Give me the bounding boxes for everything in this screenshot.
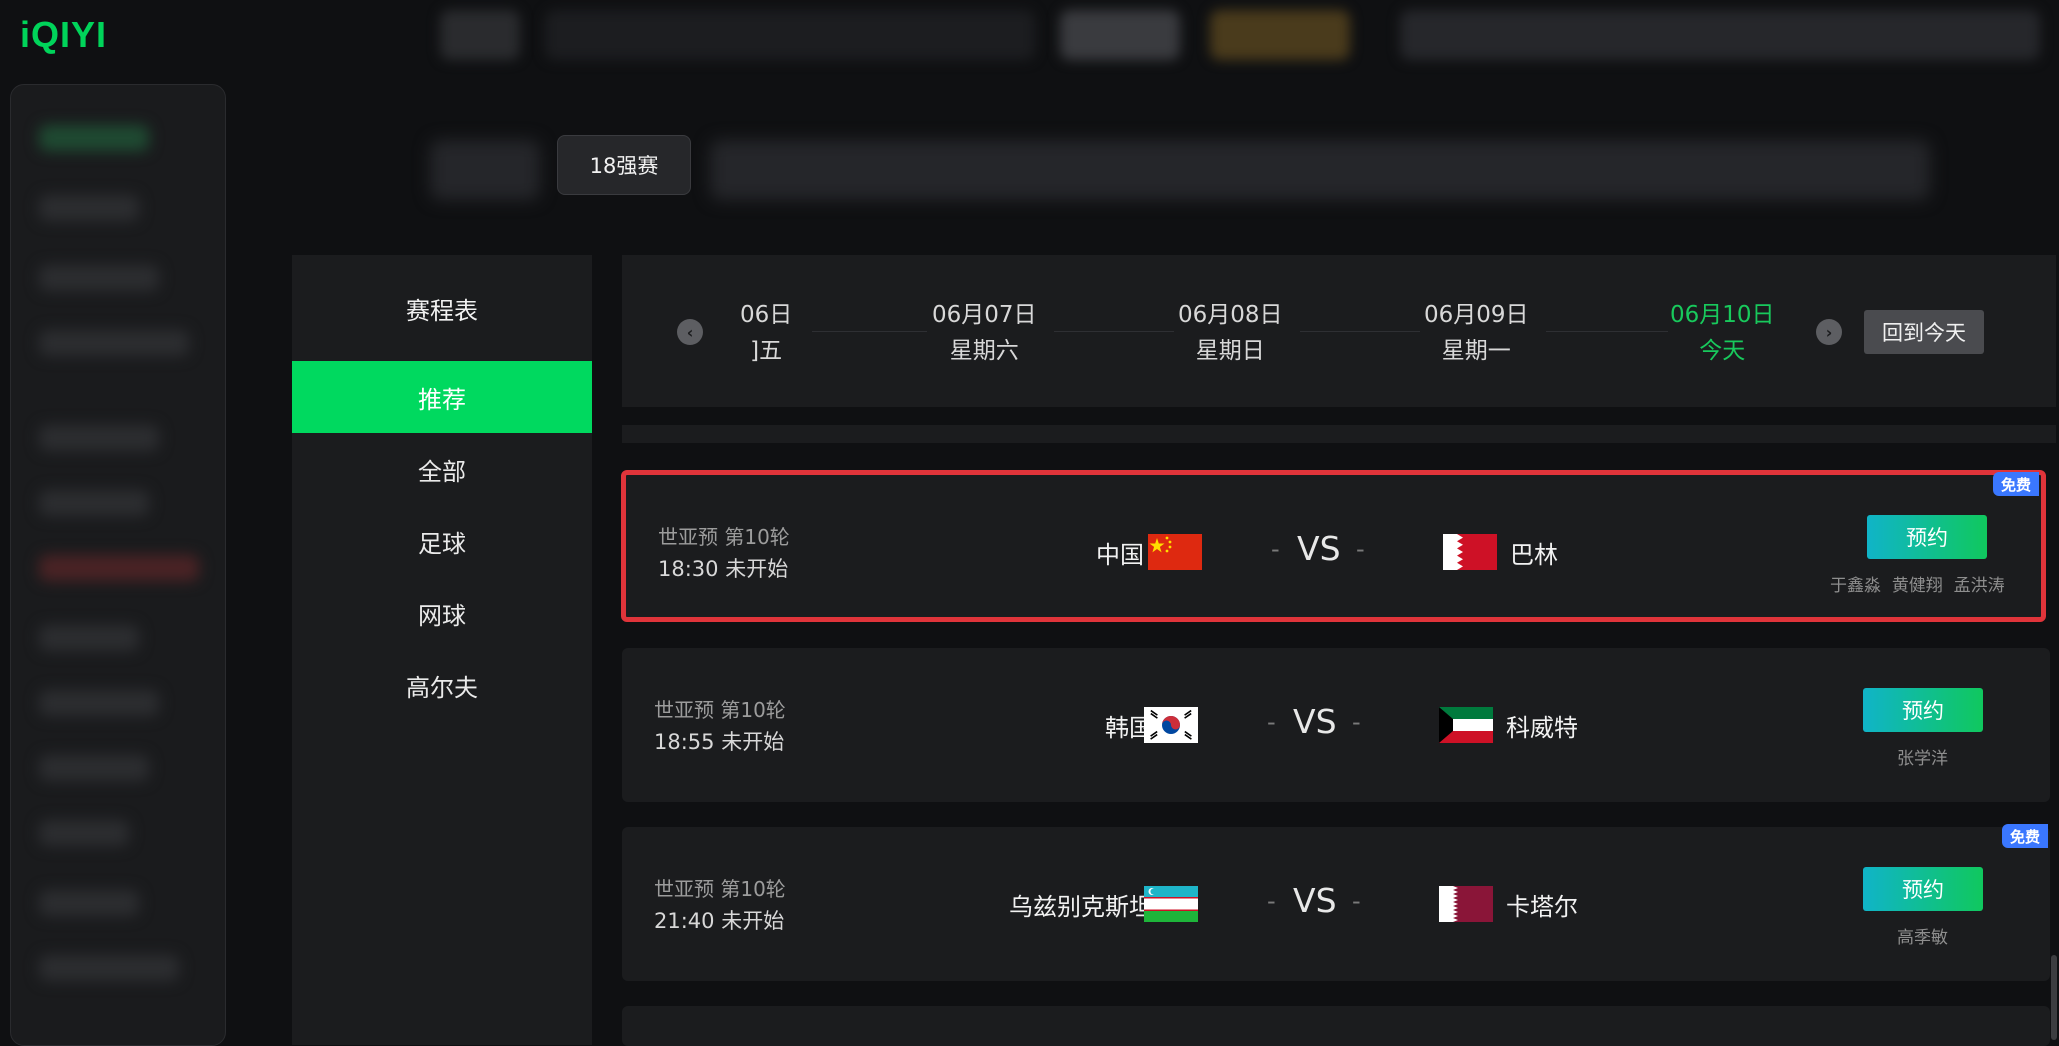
menu-item-tennis[interactable]: 网球 — [292, 577, 592, 649]
commentators: 高季敏 — [1897, 928, 1948, 948]
menu-item-football[interactable]: 足球 — [292, 505, 592, 577]
date-item-2[interactable]: 06月08日 星期日 — [1178, 297, 1283, 369]
blurred-category-tabs — [710, 140, 1930, 200]
back-to-today-button[interactable]: 回到今天 — [1864, 310, 1984, 354]
date-item-3[interactable]: 06月09日 星期一 — [1424, 297, 1529, 369]
blurred-header-button — [1060, 10, 1180, 60]
home-team-name: 乌兹别克斯坦 — [1009, 893, 1153, 921]
scrollbar-thumb[interactable] — [2051, 955, 2057, 1040]
schedule-title: 赛程表 — [406, 296, 478, 325]
away-team-name: 巴林 — [1510, 541, 1558, 569]
blurred-header-icons — [1400, 10, 2040, 60]
korea-flag-icon — [1144, 707, 1198, 743]
date-item-0[interactable]: 06日]五 — [740, 297, 792, 369]
vs-dash-right: - — [1356, 535, 1365, 563]
commentators: 张学洋 — [1897, 749, 1948, 769]
menu-item-golf[interactable]: 高尔夫 — [292, 649, 592, 721]
blurred-category-tab — [430, 140, 540, 200]
kuwait-flag-icon — [1439, 707, 1493, 743]
left-navigation — [10, 84, 226, 1046]
vs-label: VS — [1297, 529, 1341, 568]
date-item-today[interactable]: 06月10日 今天 — [1670, 297, 1775, 369]
home-team-name: 中国 — [1096, 541, 1144, 569]
date-selector: ‹ 06日]五 06月07日 星期六 06月08日 星期日 06月09日 星期一 06… — [622, 255, 2056, 407]
free-badge: 免费 — [1993, 472, 2039, 496]
commentators: 于鑫淼 黄健翔 孟洪涛 — [1830, 576, 2005, 596]
match-time: 18:30 未开始 — [658, 557, 789, 581]
schedule-side-menu: 赛程表 推荐 全部 足球 网球 高尔夫 — [292, 255, 592, 1045]
blurred-header-icon — [440, 10, 520, 60]
tab-18-qiang-sai[interactable]: 18强赛 — [557, 135, 691, 195]
bahrain-flag-icon — [1443, 534, 1497, 570]
vs-dash-left: - — [1267, 887, 1276, 915]
reserve-button[interactable]: 预约 — [1867, 515, 1987, 559]
match-card[interactable]: 世亚预 第10轮 18:30 未开始 中国 - VS - 巴林 预约 于鑫淼 黄… — [621, 470, 2046, 622]
blurred-vip-button — [1210, 10, 1350, 60]
match-time: 21:40 未开始 — [654, 909, 785, 933]
menu-item-recommended[interactable]: 推荐 — [292, 361, 592, 433]
vs-dash-right: - — [1352, 887, 1361, 915]
match-round: 世亚预 第10轮 — [654, 877, 786, 901]
match-time: 18:55 未开始 — [654, 730, 785, 754]
vs-label: VS — [1293, 881, 1337, 920]
menu-item-all[interactable]: 全部 — [292, 433, 592, 505]
iqiyi-logo[interactable]: iQIYI — [20, 14, 107, 56]
date-item-1[interactable]: 06月07日 星期六 — [932, 297, 1037, 369]
vs-dash-left: - — [1271, 535, 1280, 563]
match-round: 世亚预 第10轮 — [654, 698, 786, 722]
blurred-search-bar — [545, 10, 1035, 60]
vs-dash-left: - — [1267, 708, 1276, 736]
list-top-divider — [622, 425, 2056, 443]
chevron-right-icon[interactable]: › — [1816, 319, 1842, 345]
qatar-flag-icon — [1439, 886, 1493, 922]
uzbekistan-flag-icon — [1144, 886, 1198, 922]
china-flag-icon — [1148, 534, 1202, 570]
reserve-button[interactable]: 预约 — [1863, 688, 1983, 732]
free-badge: 免费 — [2002, 824, 2048, 848]
reserve-button[interactable]: 预约 — [1863, 867, 1983, 911]
chevron-left-icon[interactable]: ‹ — [677, 319, 703, 345]
match-card[interactable] — [622, 1006, 2050, 1046]
vs-label: VS — [1293, 702, 1337, 741]
match-card[interactable]: 世亚预 第10轮 18:55 未开始 韩国 - VS - 科威特 预约 张学洋 — [622, 648, 2050, 802]
vs-dash-right: - — [1352, 708, 1361, 736]
away-team-name: 卡塔尔 — [1506, 893, 1578, 921]
match-card[interactable]: 世亚预 第10轮 21:40 未开始 乌兹别克斯坦 - VS - 卡塔尔 预约 … — [622, 824, 2050, 981]
away-team-name: 科威特 — [1506, 714, 1578, 742]
match-round: 世亚预 第10轮 — [658, 525, 790, 549]
